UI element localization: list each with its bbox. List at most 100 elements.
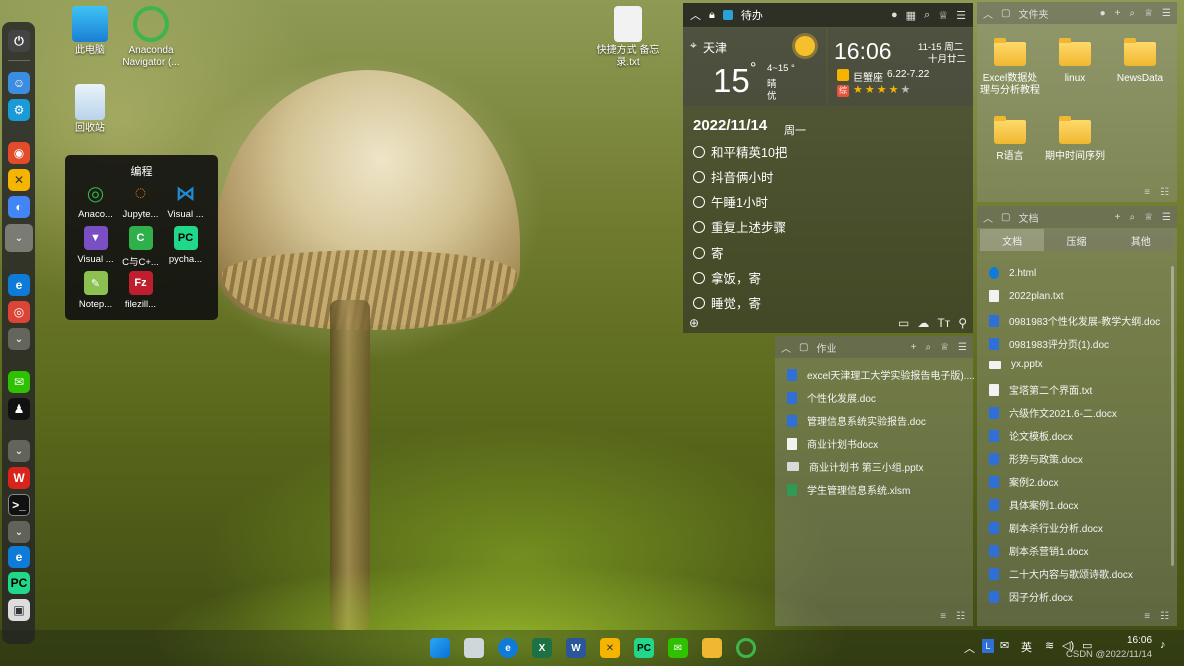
checkbox-icon[interactable] <box>693 220 705 233</box>
folder-item[interactable]: Excel数据处理与分析教程 <box>978 38 1042 97</box>
todo-item[interactable]: 重复上述步骤 <box>693 217 786 236</box>
app-icon[interactable]: ◐ <box>8 196 30 218</box>
user-icon[interactable]: ● <box>891 9 898 22</box>
popup-app-c-cpp[interactable]: C C与C+... <box>118 226 163 268</box>
font-size-icon[interactable]: Tт <box>937 316 950 330</box>
popup-app-notepad[interactable]: ✎ Notep... <box>73 271 118 310</box>
shirt-icon[interactable]: ♕ <box>940 342 949 353</box>
todo-item[interactable]: 睡觉，寄 <box>693 293 761 312</box>
chevron-up-icon[interactable]: ︿ <box>964 640 975 656</box>
desktop-icon-recycle-bin[interactable]: 回收站 <box>58 84 122 135</box>
file-item[interactable]: 二十大内容与歌颂诗歌.docx <box>989 566 1133 581</box>
anaconda-icon[interactable] <box>736 638 756 658</box>
chevron-down-icon[interactable]: ⌄ <box>8 328 30 350</box>
menu-icon[interactable]: ☰ <box>958 342 967 353</box>
edge-icon[interactable]: e <box>8 274 30 296</box>
chevron-up-icon[interactable]: ︿ <box>983 6 993 21</box>
popup-app-anaconda[interactable]: ◎ Anaco... <box>73 181 118 221</box>
chevron-up-icon[interactable]: ︿ <box>781 340 791 355</box>
file-item[interactable]: 论文模板.docx <box>989 428 1073 443</box>
popup-app-jupyter[interactable]: ◌ Jupyte... <box>118 181 163 221</box>
menu-icon[interactable]: ☰ <box>956 9 966 22</box>
file-item[interactable]: 2022plan.txt <box>989 290 1064 302</box>
edge-icon[interactable]: e <box>8 546 30 568</box>
checkbox-icon[interactable] <box>693 246 705 259</box>
scrollbar[interactable] <box>1171 266 1174 566</box>
wechat-icon[interactable]: ✉ <box>8 371 30 393</box>
qq-icon[interactable]: ♟ <box>8 398 30 420</box>
file-item[interactable]: 宝塔第二个界面.txt <box>989 382 1092 397</box>
popup-app-pycharm[interactable]: PC pycha... <box>163 226 208 265</box>
add-icon[interactable]: + <box>1115 212 1121 223</box>
tab-documents[interactable]: 文档 <box>980 229 1045 251</box>
desktop-icon-this-pc[interactable]: 此电脑 <box>58 6 122 57</box>
popup-app-vscode[interactable]: ⋈ Visual ... <box>163 181 208 221</box>
file-item[interactable]: 具体案例1.docx <box>989 497 1078 512</box>
calendar-icon[interactable]: ▦ <box>906 9 916 22</box>
tab-archives[interactable]: 压缩 <box>1044 229 1109 251</box>
menu-icon[interactable]: ☰ <box>1162 8 1171 19</box>
file-item[interactable]: 因子分析.docx <box>989 589 1073 604</box>
power-icon[interactable]: ⏻ <box>8 30 30 52</box>
tray-time[interactable]: 16:06 <box>1127 635 1152 646</box>
file-item[interactable]: 六级作文2021.6-二.docx <box>989 405 1117 420</box>
file-item[interactable]: 0981983个性化发展-教学大纲.doc <box>989 313 1160 328</box>
wechat-icon[interactable]: ✉ <box>668 638 688 658</box>
popup-app-filezilla[interactable]: Fz filezill... <box>118 271 163 310</box>
tab-others[interactable]: 其他 <box>1108 229 1173 251</box>
todo-item[interactable]: 寄 <box>693 243 724 262</box>
file-item[interactable]: 0981983评分页(1).doc <box>989 336 1109 351</box>
cloud-icon[interactable]: ☁ <box>917 316 929 330</box>
pycharm-icon[interactable]: PC <box>634 638 654 658</box>
popup-app-visual-studio[interactable]: ▼ Visual ... <box>73 226 118 265</box>
edge-icon[interactable]: e <box>498 638 518 658</box>
app-tray-icon[interactable]: L <box>982 639 994 653</box>
wechat-tray-icon[interactable]: ✉ <box>1000 639 1009 652</box>
chevron-up-icon[interactable]: ︿ <box>690 7 701 23</box>
file-item[interactable]: 商业计划书 第三小组.pptx <box>787 459 923 474</box>
chevron-down-icon[interactable]: ⌄ <box>8 440 30 462</box>
folder-item[interactable]: NewsData <box>1108 38 1172 85</box>
file-item[interactable]: 形势与政策.docx <box>989 451 1083 466</box>
xmind-icon[interactable]: ✕ <box>600 638 620 658</box>
search-icon[interactable]: ⌕ <box>924 9 930 22</box>
excel-icon[interactable]: X <box>532 638 552 658</box>
add-icon[interactable]: + <box>911 342 917 353</box>
ime-indicator[interactable]: 英 <box>1021 639 1032 655</box>
shirt-icon[interactable]: ♕ <box>1144 212 1153 223</box>
todo-item[interactable]: 午睡1小时 <box>693 192 768 211</box>
weibo-icon[interactable]: ◉ <box>8 142 30 164</box>
chevron-down-icon[interactable]: ⌄ <box>8 521 30 543</box>
chevron-down-icon[interactable]: ⌄ <box>5 224 33 252</box>
desktop-icon-anaconda[interactable]: Anaconda Navigator (... <box>118 6 184 69</box>
file-item[interactable]: 管理信息系统实验报告.doc <box>787 413 926 428</box>
lock-icon[interactable]: ▢ <box>1001 212 1010 223</box>
todo-item[interactable]: 抖音俩小时 <box>693 167 774 186</box>
menu-icon[interactable]: ☰ <box>1162 212 1171 223</box>
app-icon[interactable]: ▣ <box>8 599 30 621</box>
file-item[interactable]: 2.html <box>989 267 1036 279</box>
wifi-icon[interactable]: ≋ <box>1045 639 1054 652</box>
checkbox-icon[interactable] <box>693 296 705 309</box>
folder-item[interactable]: 期中时间序列 <box>1043 116 1107 163</box>
pycharm-icon[interactable]: PC <box>8 572 30 594</box>
file-item[interactable]: 剧本杀营销1.docx <box>989 543 1088 558</box>
add-icon[interactable]: ⊕ <box>689 316 699 330</box>
file-item[interactable]: 学生管理信息系统.xlsm <box>787 482 910 497</box>
layout-icon[interactable]: ▭ <box>898 316 909 330</box>
lock-icon[interactable]: ▢ <box>799 342 808 353</box>
search-icon[interactable]: ⌕ <box>1129 8 1135 19</box>
finder-icon[interactable]: ☺ <box>8 72 30 94</box>
view-icon[interactable]: ☷ <box>1160 187 1169 198</box>
desktop-icon-memo[interactable]: 快捷方式 备忘录.txt <box>596 6 660 69</box>
shirt-icon[interactable]: ♕ <box>938 9 948 22</box>
filter-icon[interactable]: ⚲ <box>958 316 967 330</box>
search-icon[interactable]: ⌕ <box>925 342 931 353</box>
checkbox-icon[interactable] <box>693 145 705 158</box>
shirt-icon[interactable]: ♕ <box>1144 8 1153 19</box>
settings-icon[interactable]: ⚙ <box>8 99 30 121</box>
xmind-icon[interactable]: ✕ <box>8 169 30 191</box>
file-item[interactable]: 剧本杀行业分析.docx <box>989 520 1103 535</box>
start-icon[interactable] <box>430 638 450 658</box>
search-icon[interactable]: ⌕ <box>1129 212 1135 223</box>
